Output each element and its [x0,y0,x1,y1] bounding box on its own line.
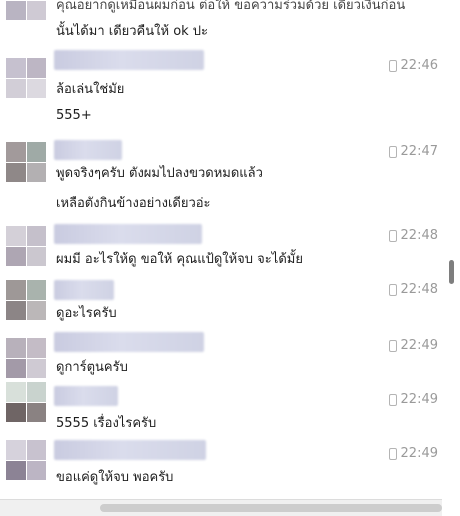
chat-message: 22:48 ดูอะไรครับ [0,274,442,328]
avatar[interactable] [6,382,46,422]
message-text: พูดจริงๆครับ ตังผมไปลงขวดหมดแล้ว [56,166,263,181]
avatar[interactable] [6,226,46,266]
time-label: 22:49 [400,446,438,461]
message-text: ล้อเล่นใช่มัย [56,82,125,97]
message-text: ขอแค่ดูให้จบ พอครับ [56,470,174,485]
sender-name [54,140,122,160]
avatar[interactable] [6,0,46,20]
avatar[interactable] [6,338,46,378]
phone-icon [388,393,397,406]
phone-icon [388,283,397,296]
phone-icon [388,447,397,460]
sender-name [54,280,114,300]
sender-name [54,50,204,70]
time-label: 22:48 [400,228,438,243]
chat-message: 22:49 ดูการ์ตูนครับ [0,328,442,382]
message-time: 22:46 [388,58,438,73]
message-time: 22:48 [388,228,438,243]
chat-message: 22:49 5555 เรื่องไรครับ [0,382,442,436]
time-label: 22:49 [400,338,438,353]
sender-name [54,224,202,244]
message-text: เหลือตังกินข้างอย่างเดียวอ่ะ [56,196,211,211]
message-text: ดูอะไรครับ [56,306,117,321]
time-label: 22:47 [400,144,438,159]
horizontal-scrollbar[interactable] [0,499,442,516]
time-label: 22:49 [400,392,438,407]
message-text: ดูการ์ตูนครับ [56,360,128,375]
sender-name [54,386,118,406]
message-text: 555+ [56,108,92,123]
time-label: 22:48 [400,282,438,297]
phone-icon [388,145,397,158]
avatar[interactable] [6,280,46,320]
horizontal-scroll-thumb[interactable] [100,504,442,512]
message-text: นั้นได้มา เดียวคืนให้ ok ปะ [56,24,209,39]
message-time: 22:49 [388,392,438,407]
phone-icon [388,59,397,72]
avatar[interactable] [6,142,46,182]
chat-message: คุณอยากดูเหมือนผมก่อน ต่อให้ ขอความร่วมด… [0,0,442,46]
avatar[interactable] [6,58,46,98]
message-time: 22:49 [388,446,438,461]
chat-message: 22:48 ผมมี อะไรให้ดู ขอให้ คุณแป้ดูให้จบ… [0,218,442,274]
phone-icon [388,339,397,352]
vertical-scrollbar[interactable] [446,0,458,516]
message-time: 22:47 [388,144,438,159]
message-time: 22:48 [388,282,438,297]
avatar[interactable] [6,440,46,480]
message-text: ผมมี อะไรให้ดู ขอให้ คุณแป้ดูให้จบ จะได้… [56,252,303,267]
message-text: คุณอยากดูเหมือนผมก่อน ต่อให้ ขอความร่วมด… [56,0,406,13]
vertical-scroll-thumb[interactable] [449,260,454,284]
message-list: คุณอยากดูเหมือนผมก่อน ต่อให้ ขอความร่วมด… [0,0,442,516]
phone-icon [388,229,397,242]
sender-name [54,332,204,352]
message-text: 5555 เรื่องไรครับ [56,416,157,431]
sender-name [54,440,206,460]
message-time: 22:49 [388,338,438,353]
chat-message: 22:47 พูดจริงๆครับ ตังผมไปลงขวดหมดแล้ว เ… [0,134,442,218]
time-label: 22:46 [400,58,438,73]
chat-message: 22:46 ล้อเล่นใช่มัย 555+ [0,44,442,134]
chat-message: 22:49 ขอแค่ดูให้จบ พอครับ [0,436,442,498]
